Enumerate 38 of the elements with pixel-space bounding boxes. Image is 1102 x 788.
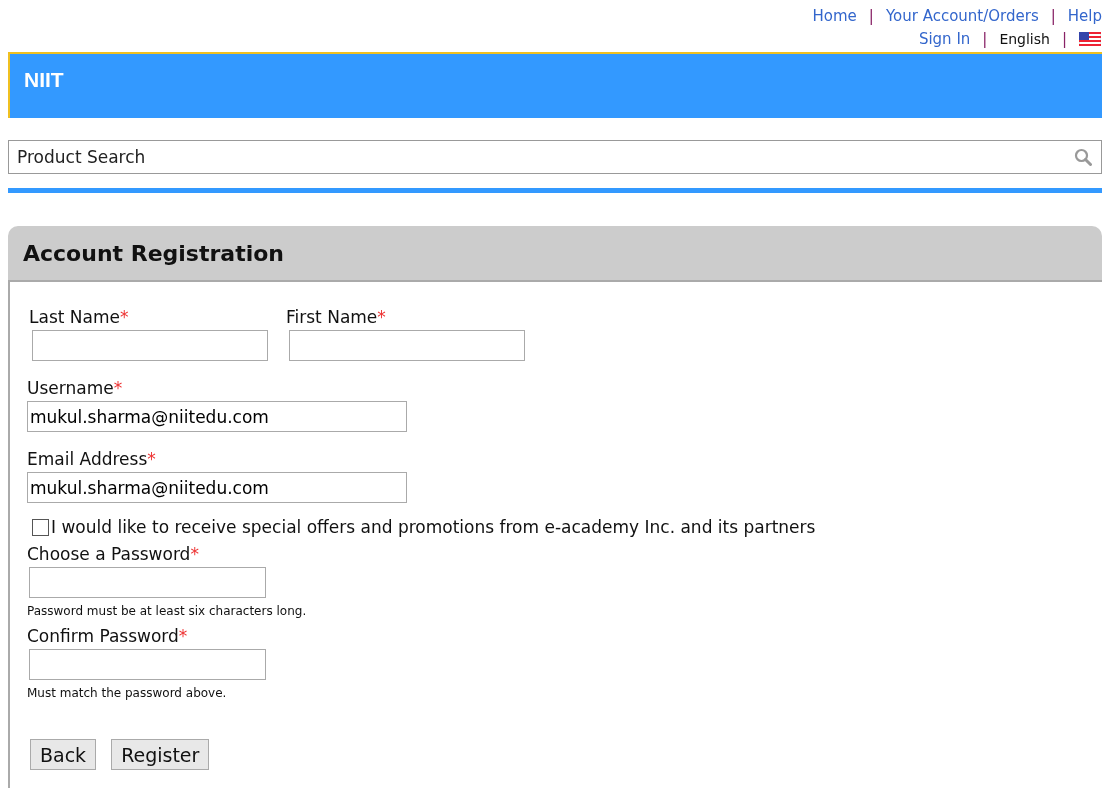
required-mark: * bbox=[178, 626, 188, 646]
required-mark: * bbox=[113, 378, 123, 398]
input-field[interactable]: mukul.sharma@niitedu.com bbox=[27, 472, 407, 503]
nav-link[interactable]: Your Account/Orders bbox=[885, 6, 1039, 25]
nav-link[interactable]: Home bbox=[812, 6, 857, 25]
flag-icon[interactable] bbox=[1079, 31, 1101, 46]
separator: | bbox=[1061, 29, 1067, 48]
site-title: NIIT bbox=[24, 68, 64, 91]
separator: | bbox=[1050, 6, 1056, 25]
password-field[interactable] bbox=[29, 649, 266, 680]
field-label: Last Name bbox=[29, 307, 120, 327]
field-hint: Password must be at least six characters long. bbox=[27, 603, 308, 619]
checkbox-label: I would like to receive special offers and promotions from e-academy Inc. and its partners bbox=[51, 517, 816, 537]
back-button[interactable]: Back bbox=[30, 739, 97, 770]
input-field[interactable] bbox=[289, 330, 525, 361]
language-label[interactable]: English bbox=[999, 30, 1050, 47]
field-label: Email Address bbox=[27, 449, 148, 469]
field-label: First Name bbox=[286, 307, 378, 327]
search-icon[interactable] bbox=[1074, 148, 1092, 166]
nav-link[interactable]: Sign In bbox=[918, 29, 971, 48]
required-mark: * bbox=[190, 544, 199, 564]
required-mark: * bbox=[147, 449, 156, 469]
field-label: Confirm Password bbox=[27, 626, 179, 646]
field-label: Choose a Password bbox=[27, 544, 191, 564]
register-button[interactable]: Register bbox=[111, 739, 210, 770]
required-mark: * bbox=[119, 307, 129, 327]
input-field[interactable]: mukul.sharma@niitedu.com bbox=[27, 401, 407, 432]
required-mark: * bbox=[377, 307, 386, 327]
search-field[interactable]: Product Search bbox=[8, 140, 1102, 174]
panel-title: Account Registration bbox=[23, 240, 284, 266]
checkbox[interactable] bbox=[32, 518, 49, 536]
field-hint: Must match the password above. bbox=[27, 685, 228, 701]
separator: | bbox=[982, 29, 988, 48]
field-label: Username bbox=[27, 378, 114, 398]
nav-link[interactable]: Help bbox=[1067, 6, 1102, 25]
input-field[interactable] bbox=[32, 330, 268, 361]
separator: | bbox=[868, 6, 874, 25]
password-field[interactable] bbox=[29, 567, 266, 598]
